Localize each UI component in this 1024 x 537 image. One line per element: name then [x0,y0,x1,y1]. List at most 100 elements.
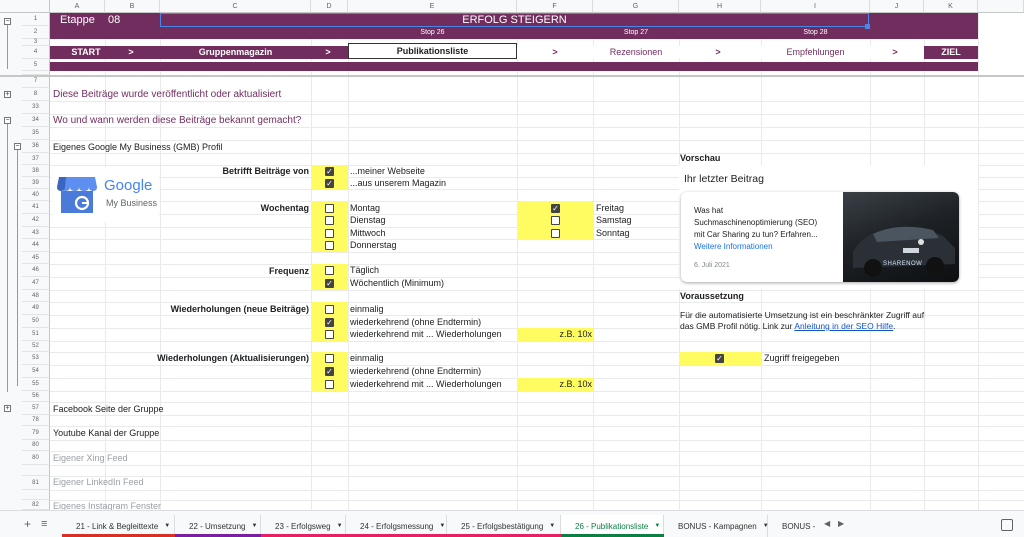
grid-line [50,490,1024,491]
post-card[interactable]: Was hat Suchmaschinenoptimierung (SEO) m… [681,192,959,282]
collapse-group-icon[interactable]: − [4,117,11,124]
wdh-neu-example-input[interactable]: z.B. 10x [517,328,592,340]
checkbox-donnerstag[interactable] [325,241,334,250]
row-header[interactable]: 55 [22,378,50,391]
row-header[interactable] [22,465,50,476]
row-header[interactable]: 53 [22,352,50,365]
row-header[interactable]: 51 [22,328,50,341]
checkbox-webseite[interactable]: ✓ [325,167,334,176]
row-header[interactable]: 3 [22,39,50,46]
post-more-link[interactable]: Weitere Informationen [694,241,773,253]
image-brand-text: SHARENOW [883,261,923,267]
row-header[interactable]: 33 [22,101,50,114]
row-header[interactable] [22,490,50,500]
checkbox-wdh-neu-einmalig[interactable] [325,305,334,314]
checkbox-montag[interactable] [325,204,334,213]
row-header[interactable]: 36 [22,140,50,153]
column-header-h[interactable]: H [679,0,761,13]
checkbox-woechentlich[interactable]: ✓ [325,279,334,288]
column-header-b[interactable]: B [105,0,160,13]
row-header[interactable]: 2 [22,26,50,39]
row-header[interactable]: 45 [22,252,50,264]
row-header[interactable]: 52 [22,341,50,352]
column-header-j[interactable]: J [870,0,924,13]
checkbox-wdh-akt-einmalig[interactable] [325,354,334,363]
checkbox-wdh-akt-wiederkehrend[interactable]: ✓ [325,367,334,376]
row-header[interactable]: 47 [22,277,50,290]
row-header[interactable]: 50 [22,315,50,328]
checkbox-mittwoch[interactable] [325,229,334,238]
grid-line [978,13,979,510]
checkbox-freitag[interactable]: ✓ [551,204,560,213]
option-freitag: Freitag [596,203,625,213]
nav-ziel[interactable]: ZIEL [924,46,978,58]
checkbox-zugriff[interactable]: ✓ [715,354,724,363]
row-header[interactable]: 46 [22,264,50,277]
nav-publikationsliste[interactable]: Publikationsliste [348,45,517,57]
row-header[interactable]: 78 [22,415,50,426]
checkbox-magazin[interactable]: ✓ [325,179,334,188]
expand-group-icon[interactable]: + [4,91,11,98]
checkbox-samstag[interactable] [551,216,560,225]
row-header[interactable]: 44 [22,239,50,252]
requirement-text-prefix: das GMB Profil nötig. Link zur [680,321,795,331]
row-header[interactable]: 43 [22,227,50,239]
column-header-c[interactable]: C [160,0,311,13]
row-header[interactable]: 48 [22,290,50,302]
scroll-tabs-right-icon[interactable]: ▶ [838,518,844,530]
checkbox-taeglich[interactable] [325,266,334,275]
column-header-a[interactable]: A [50,0,105,13]
add-sheet-icon[interactable]: + [24,518,31,530]
column-header-e[interactable]: E [348,0,517,13]
all-sheets-icon[interactable]: ≡ [41,518,47,530]
row-header[interactable]: 81 [22,476,50,490]
select-all-corner[interactable] [0,0,50,13]
row-header[interactable]: 42 [22,214,50,227]
row-header[interactable]: 40 [22,189,50,201]
row-header[interactable]: 54 [22,365,50,378]
row-header[interactable]: 37 [22,153,50,165]
row-header[interactable]: 57 [22,402,50,415]
column-header-i[interactable]: I [761,0,870,13]
row-header[interactable]: 35 [22,127,50,140]
option-wdh-neu-wiederkehrend: wiederkehrend (ohne Endtermin) [350,317,482,327]
column-header-d[interactable]: D [311,0,348,13]
scroll-tabs-left-icon[interactable]: ◀ [824,518,830,530]
row-header[interactable]: 8 [22,88,50,101]
checkbox-sonntag[interactable] [551,229,560,238]
explore-icon[interactable] [1001,519,1013,531]
sheet-tab-bonus-r[interactable]: BONUS - R [768,515,818,537]
seo-help-link[interactable]: Anleitung in der SEO Hilfe [794,321,893,331]
nav-rezensionen[interactable]: Rezensionen [593,46,679,58]
row-header[interactable]: 38 [22,165,50,177]
nav-empfehlungen[interactable]: Empfehlungen [761,46,870,58]
checkbox-wdh-akt-mit[interactable] [325,380,334,389]
row-header[interactable]: 1 [22,13,50,26]
row-header[interactable]: 41 [22,201,50,214]
row-header[interactable]: 80 [22,451,50,465]
collapse-group-icon[interactable]: − [4,18,11,25]
option-wdh-neu-einmalig: einmalig [350,304,384,314]
row-header[interactable]: 79 [22,426,50,440]
column-header-g[interactable]: G [593,0,679,13]
row-header[interactable]: 39 [22,177,50,189]
checkbox-wdh-neu-mit[interactable] [325,330,334,339]
column-header-k[interactable]: K [924,0,978,13]
row-header[interactable]: 80 [22,440,50,451]
nav-gruppenmagazin[interactable]: Gruppenmagazin [160,46,311,58]
checkbox-wdh-neu-wiederkehrend[interactable]: ✓ [325,318,334,327]
wdh-akt-example-input[interactable]: z.B. 10x [517,378,592,390]
row-header[interactable]: 5 [22,59,50,71]
checkbox-dienstag[interactable] [325,216,334,225]
expand-group-icon[interactable]: + [4,405,11,412]
column-header-f[interactable]: F [517,0,593,13]
nav-start[interactable]: START [50,46,122,58]
sheet-tab-bonus-kampagnen[interactable]: BONUS - Kampagnen ▼ [664,515,769,537]
row-header[interactable]: 49 [22,302,50,315]
row-header[interactable]: 82 [22,500,50,510]
collapse-group-icon[interactable]: − [14,143,21,150]
row-header[interactable]: 34 [22,114,50,127]
row-header[interactable]: 56 [22,391,50,402]
stop-28-label: Stop 28 [803,29,828,36]
row-header[interactable]: 4 [22,46,50,59]
